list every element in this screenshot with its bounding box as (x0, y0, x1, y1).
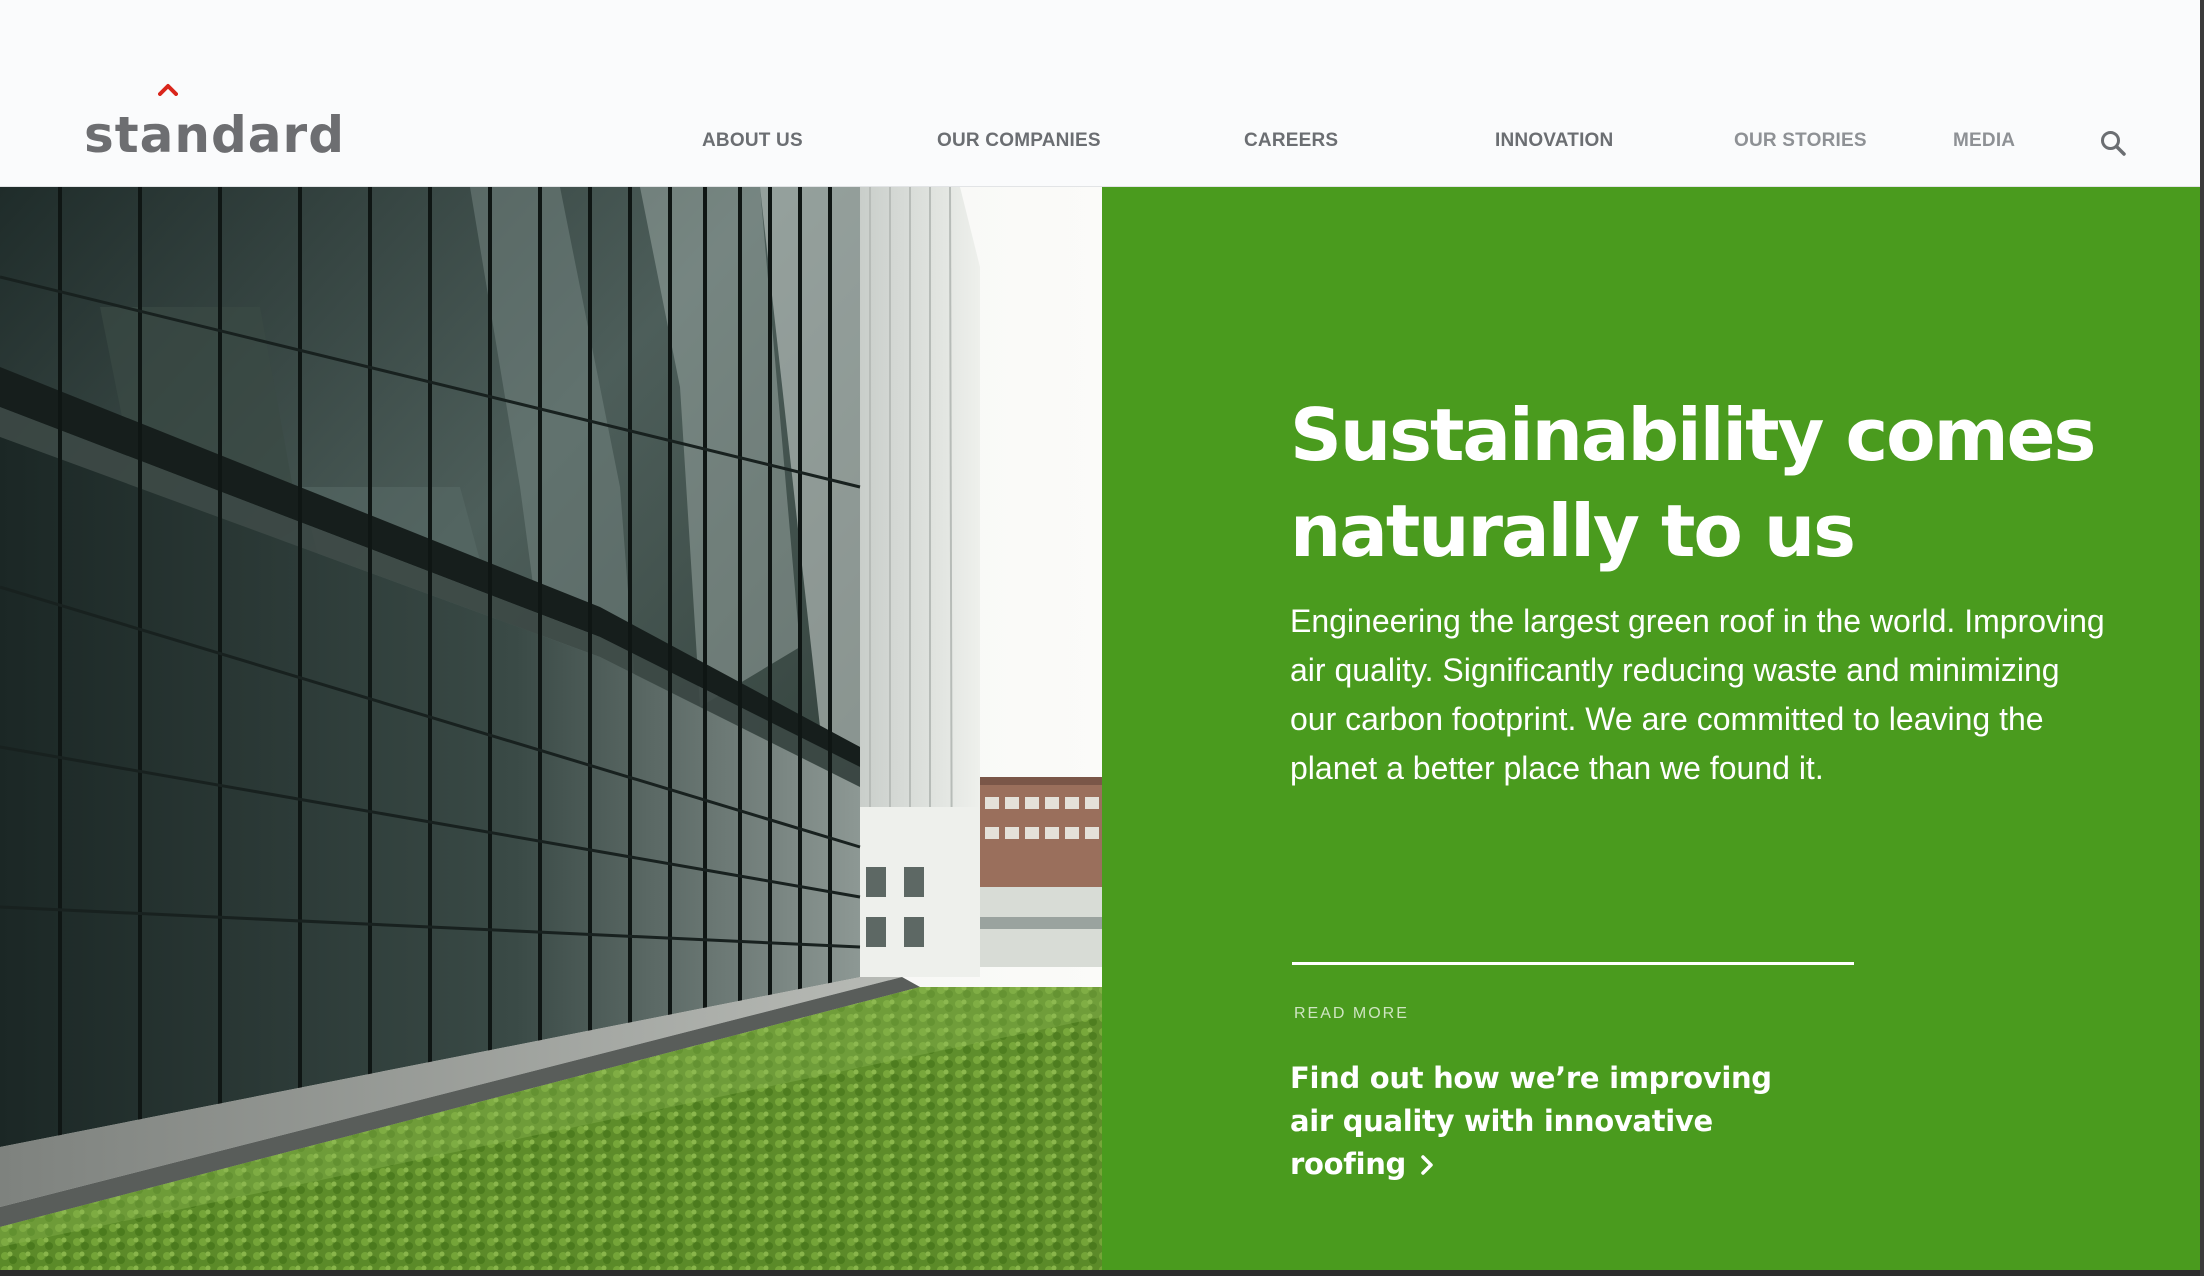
read-more-label: READ MORE (1294, 1005, 1409, 1022)
hero-headline: Sustainability comes naturally to us (1290, 393, 2096, 573)
search-icon[interactable] (2098, 128, 2128, 158)
nav-item-our-stories[interactable]: OUR STORIES (1734, 130, 1867, 152)
nav-item-media[interactable]: MEDIA (1953, 130, 2015, 152)
hero-body-text: Engineering the largest green roof in th… (1290, 603, 2105, 786)
site-header: standard ABOUT US OUR COMPANIES CAREERS … (0, 0, 2200, 187)
read-more-link-text: Find out how we’re improving air quality… (1290, 1061, 1772, 1181)
divider (1292, 962, 1854, 965)
building-green-roof-illustration (0, 187, 1102, 1270)
logo-roof-icon (158, 84, 178, 96)
nav-item-careers[interactable]: CAREERS (1244, 130, 1338, 152)
page: standard ABOUT US OUR COMPANIES CAREERS … (0, 0, 2200, 1270)
hero-panel: Sustainability comes naturally to us Eng… (1102, 187, 2200, 1270)
logo-text: standard (84, 106, 345, 164)
logo[interactable]: standard (84, 84, 345, 164)
nav-item-innovation[interactable]: INNOVATION (1495, 130, 1613, 152)
nav-item-about-us[interactable]: ABOUT US (702, 130, 803, 152)
read-more-link[interactable]: Find out how we’re improving air quality… (1290, 1057, 1810, 1186)
chevron-right-icon (1421, 1155, 1433, 1175)
hero-image (0, 187, 1102, 1270)
nav-item-our-companies[interactable]: OUR COMPANIES (937, 130, 1101, 152)
window-edge (2200, 0, 2204, 1276)
